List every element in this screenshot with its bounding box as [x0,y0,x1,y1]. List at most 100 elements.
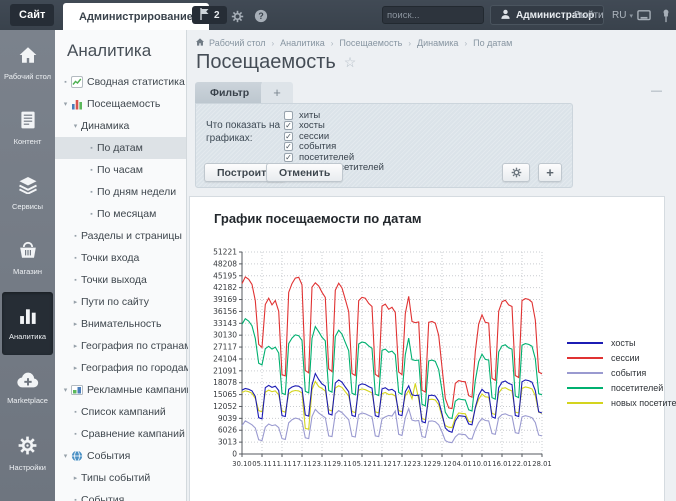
menu-item[interactable]: ▪Точки выхода [55,269,186,291]
svg-text:05.11: 05.11 [252,460,271,468]
sidebar-item-label: Контент [14,137,42,146]
checkbox-checked[interactable]: ✓ [284,132,293,141]
sidebar-item-home[interactable]: Рабочий стол [2,32,53,95]
sidebar-item-chart[interactable]: Аналитика [2,292,53,355]
menu-item-label: Список кампаний [81,406,166,418]
breadcrumb: Рабочий стол›Аналитика›Посещаемость›Дина… [196,38,512,48]
menu-item-label: География по городам [81,362,191,374]
menu-item-label: По датам [97,142,143,154]
site-tab[interactable]: Сайт [10,4,54,26]
svg-text:04.01: 04.01 [452,460,471,468]
breadcrumb-separator: › [331,39,334,48]
menu-item[interactable]: ▸Внимательность [55,313,186,335]
add-filter-tab-button[interactable]: + [261,82,293,103]
gear-icon[interactable] [229,8,245,24]
chart-title: График посещаемости по датам [214,211,422,226]
menu-item[interactable]: ▪Разделы и страницы [55,225,186,247]
menu-item-label: По дням недели [97,186,176,198]
checkbox-label: хиты [299,110,320,121]
menu-item[interactable]: ▪Сводная статистика [55,71,186,93]
collapsed-marker-icon: ▸ [70,474,81,482]
cancel-button[interactable]: Отменить [266,163,343,182]
layers-icon [18,177,38,199]
svg-text:42182: 42182 [213,283,237,292]
checkbox-label: хосты [299,120,325,131]
menu-item[interactable]: ▸Типы событий [55,467,186,489]
bullet-marker-icon: ▪ [86,211,97,218]
help-icon[interactable]: ? [253,8,269,24]
svg-text:6026: 6026 [218,426,237,435]
filter-add-button[interactable]: + [538,163,562,182]
menu-item-label: Посещаемость [87,98,160,110]
checkbox-item: ✓события [284,142,384,153]
legend-swatch [567,402,603,404]
sidebar-item-label: Аналитика [9,332,46,341]
menu-item[interactable]: ▾События [55,445,186,467]
topbar: Сайт Администрирование 2 ? Администратор [0,0,676,30]
filter-collapse-button[interactable]: — [651,85,662,97]
sidebar-item-cloud[interactable]: Marketplace [2,357,53,420]
legend-entry: сессии [567,350,676,365]
pin-icon[interactable] [658,8,674,24]
sidebar-item-gear[interactable]: Настройки [2,422,53,485]
sidebar-item-label: Настройки [9,463,46,472]
language-selector[interactable]: RU▾ [612,10,633,21]
checkbox-checked[interactable]: ✓ [284,142,293,151]
series-line [242,409,542,443]
menu-item[interactable]: ▪События [55,489,186,501]
legend-swatch [567,387,603,389]
page-title-row: Посещаемость ☆ [196,51,356,74]
menu-item[interactable]: ▪По датам [55,137,186,159]
menu-item[interactable]: ▸География по странам [55,335,186,357]
checkbox-label: посетителей [299,152,354,163]
breadcrumb-item[interactable]: Рабочий стол [209,38,266,48]
menu-item[interactable]: ▸Пути по сайту [55,291,186,313]
menu-item-label: Динамика [81,120,129,132]
logout-link[interactable]: Выйти [574,10,604,21]
svg-text:29.11: 29.11 [332,460,351,468]
desktop-view-icon[interactable] [636,8,652,24]
menu-item[interactable]: ▪Сравнение кампаний [55,423,186,445]
doc-icon [20,111,36,134]
breadcrumb-item[interactable]: Аналитика [280,38,325,48]
tab-filter[interactable]: Фильтр [195,82,264,103]
menu-item[interactable]: ▪Список кампаний [55,401,186,423]
home-icon [18,46,38,69]
menu-item[interactable]: ▪По часам [55,159,186,181]
favorite-star-icon[interactable]: ☆ [344,54,357,71]
svg-text:23.12: 23.12 [412,460,431,468]
checkbox-unchecked[interactable] [284,111,293,120]
menu-item[interactable]: ▪По месяцам [55,203,186,225]
legend-label: сессии [611,353,640,363]
checkbox-label: сессии [299,131,329,142]
sidebar-item-doc[interactable]: Контент [2,97,53,160]
admin-tab[interactable]: Администрирование [63,3,209,30]
svg-text:21091: 21091 [213,366,237,375]
svg-text:?: ? [258,11,263,21]
bullet-marker-icon: ▪ [86,189,97,196]
bars-icon [71,98,87,110]
svg-text:30130: 30130 [213,331,237,340]
home-icon[interactable] [196,38,209,48]
checkbox-checked[interactable]: ✓ [284,121,293,130]
legend-entry: хосты [567,335,676,350]
breadcrumb-item[interactable]: Динамика [417,38,458,48]
menu-item-label: По месяцам [97,208,156,220]
filter-settings-button[interactable] [502,163,530,182]
events-icon [71,450,87,462]
breadcrumb-item[interactable]: Посещаемость [339,38,402,48]
checkbox-checked[interactable]: ✓ [284,153,293,162]
menu-item[interactable]: ▾Динамика [55,115,186,137]
menu-item[interactable]: ▪Точки входа [55,247,186,269]
svg-text:27117: 27117 [213,343,237,352]
menu-item[interactable]: ▸География по городам [55,357,186,379]
menu-item[interactable]: ▪По дням недели [55,181,186,203]
sidebar-item-basket[interactable]: Магазин [2,227,53,290]
sidebar-item-layers[interactable]: Сервисы [2,162,53,225]
notifications-button[interactable]: 2 [192,6,227,24]
menu-item[interactable]: ▾Рекламные кампании [55,379,186,401]
legend-label: новых посетителей [611,398,676,408]
breadcrumb-item[interactable]: По датам [473,38,512,48]
menu-item[interactable]: ▾Посещаемость [55,93,186,115]
checkbox-item: ✓ хосты [284,121,384,132]
